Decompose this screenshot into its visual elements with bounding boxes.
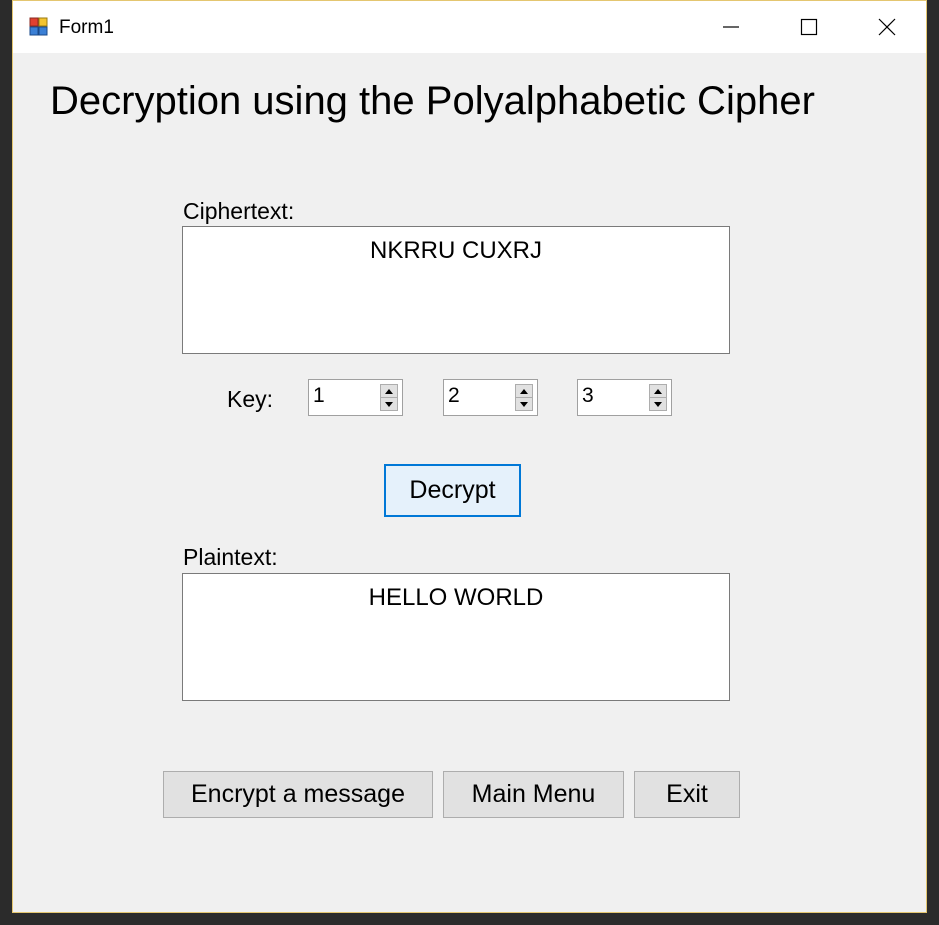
minimize-icon: [723, 26, 739, 28]
key-value-1: 1: [313, 384, 325, 407]
encrypt-message-button[interactable]: Encrypt a message: [163, 771, 433, 818]
key-value-2: 2: [448, 384, 460, 407]
spin-up-button[interactable]: [381, 385, 397, 398]
spin-up-button[interactable]: [516, 385, 532, 398]
minimize-button[interactable]: [701, 1, 761, 53]
app-icon: [29, 17, 48, 36]
plaintext-label: Plaintext:: [183, 544, 278, 570]
arrow-down-icon: [385, 401, 393, 407]
spin-down-button[interactable]: [650, 398, 666, 410]
page-title: Decryption using the Polyalphabetic Ciph…: [50, 79, 815, 123]
key-spinner-3[interactable]: 3: [577, 379, 672, 416]
spin-down-button[interactable]: [516, 398, 532, 410]
maximize-icon: [800, 18, 818, 36]
decrypt-button[interactable]: Decrypt: [384, 464, 521, 517]
ciphertext-textbox[interactable]: NKRRU CUXRJ: [182, 226, 730, 354]
spin-up-button[interactable]: [650, 385, 666, 398]
spin-buttons-1: [380, 384, 398, 411]
arrow-up-icon: [520, 388, 528, 394]
close-icon: [878, 18, 896, 36]
key-label: Key:: [227, 386, 274, 412]
spin-buttons-2: [515, 384, 533, 411]
key-spinner-2[interactable]: 2: [443, 379, 538, 416]
spin-down-button[interactable]: [381, 398, 397, 410]
maximize-button[interactable]: [779, 1, 839, 53]
arrow-down-icon: [654, 401, 662, 407]
exit-button[interactable]: Exit: [634, 771, 740, 818]
close-button[interactable]: [857, 1, 917, 53]
window-title: Form1: [59, 17, 114, 38]
ciphertext-label: Ciphertext:: [183, 198, 295, 224]
plaintext-textbox[interactable]: HELLO WORLD: [182, 573, 730, 701]
key-value-3: 3: [582, 384, 594, 407]
key-spinner-1[interactable]: 1: [308, 379, 403, 416]
title-bar[interactable]: Form1: [13, 1, 926, 53]
arrow-up-icon: [385, 388, 393, 394]
spin-buttons-3: [649, 384, 667, 411]
app-window: Form1 Decryption using the Polyalphabeti…: [12, 0, 927, 913]
arrow-down-icon: [520, 401, 528, 407]
main-menu-button[interactable]: Main Menu: [443, 771, 624, 818]
arrow-up-icon: [654, 388, 662, 394]
